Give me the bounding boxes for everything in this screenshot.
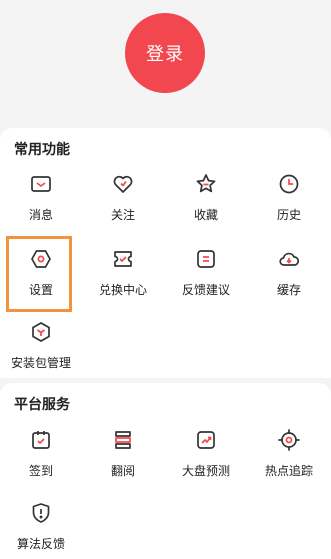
platform-services-title: 平台服务 (14, 397, 70, 413)
gear-icon (29, 247, 53, 271)
package-icon (29, 320, 53, 344)
service-item-hot-tracking[interactable]: 热点追踪 (255, 424, 323, 488)
feedback-icon (194, 247, 218, 271)
cloud-download-icon (277, 247, 301, 271)
menu-item-label: 关注 (110, 208, 135, 222)
menu-item-label: 历史 (276, 208, 301, 222)
target-icon (277, 428, 301, 452)
menu-item-follow[interactable]: 关注 (89, 168, 157, 232)
menu-item-favorites[interactable]: 收藏 (172, 168, 240, 232)
book-icon (111, 428, 135, 452)
menu-item-label: 缓存 (276, 283, 301, 297)
menu-item-message[interactable]: 消息 (7, 168, 75, 232)
service-item-label: 签到 (28, 464, 53, 478)
service-item-label: 热点追踪 (264, 464, 313, 478)
shield-alert-icon (29, 501, 53, 525)
menu-item-label: 兑换中心 (98, 283, 147, 297)
menu-item-redeem-center[interactable]: 兑换中心 (89, 243, 157, 307)
menu-item-label: 安装包管理 (10, 356, 71, 370)
checkin-icon (29, 428, 53, 452)
trend-icon (194, 428, 218, 452)
menu-item-history[interactable]: 历史 (255, 168, 323, 232)
menu-item-label: 反馈建议 (181, 283, 230, 297)
service-item-algorithm-feedback[interactable]: 算法反馈 (7, 497, 75, 559)
service-item-market-forecast[interactable]: 大盘预测 (172, 424, 240, 488)
message-icon (29, 172, 53, 196)
menu-item-label: 收藏 (193, 208, 218, 222)
menu-item-label: 消息 (28, 208, 53, 222)
menu-item-settings[interactable]: 设置 (7, 243, 75, 307)
service-item-label: 翻阅 (110, 464, 135, 478)
login-area: 登录 (0, 0, 331, 118)
menu-item-feedback[interactable]: 反馈建议 (172, 243, 240, 307)
service-item-checkin[interactable]: 签到 (7, 424, 75, 488)
login-button[interactable]: 登录 (125, 13, 205, 93)
menu-item-cache[interactable]: 缓存 (255, 243, 323, 307)
service-item-browse[interactable]: 翻阅 (89, 424, 157, 488)
ticket-icon (111, 247, 135, 271)
menu-item-label: 设置 (28, 283, 53, 297)
service-item-label: 算法反馈 (16, 537, 65, 551)
menu-item-package-manager[interactable]: 安装包管理 (7, 316, 75, 380)
clock-icon (277, 172, 301, 196)
star-icon (194, 172, 218, 196)
common-functions-title: 常用功能 (14, 142, 70, 158)
service-item-label: 大盘预测 (181, 464, 230, 478)
heart-icon (111, 172, 135, 196)
